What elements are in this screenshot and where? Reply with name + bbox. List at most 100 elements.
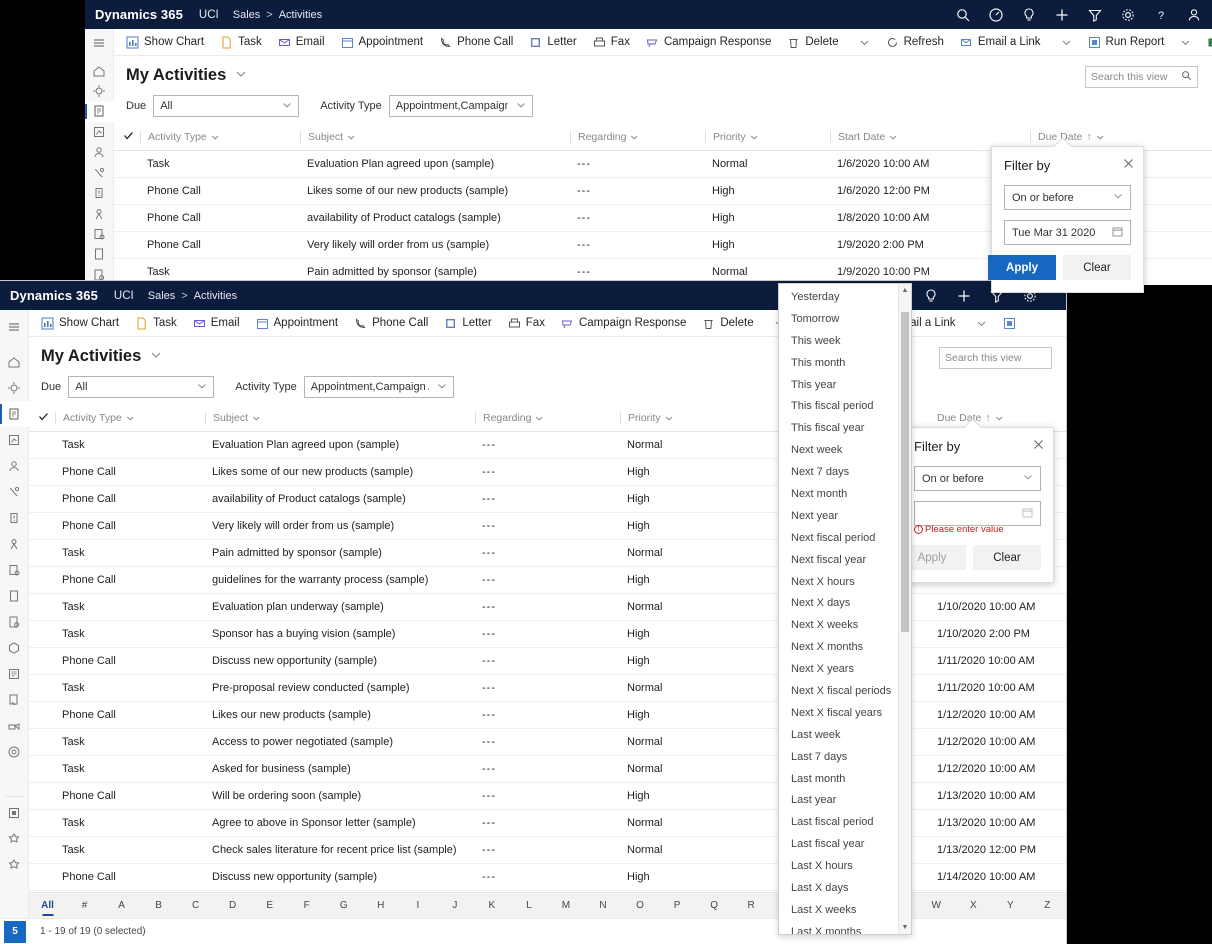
alpha-filter-i[interactable]: I [399, 900, 436, 911]
cell-subject[interactable]: guidelines for the warranty process (sam… [205, 566, 475, 594]
alpha-filter-z[interactable]: Z [1029, 900, 1066, 911]
cmd-email-link-chevron[interactable] [1053, 29, 1080, 55]
breadcrumb-page[interactable]: Activities [194, 290, 237, 302]
column-header-subject[interactable]: Subject [300, 125, 570, 151]
cell-subject[interactable]: availability of Product catalogs (sample… [300, 204, 570, 232]
cell-subject[interactable]: Asked for business (sample) [205, 755, 475, 783]
sidebar-item-leads[interactable] [85, 183, 114, 203]
cell-subject[interactable]: Discuss new opportunity (sample) [205, 863, 475, 891]
clear-button[interactable]: Clear [973, 545, 1041, 570]
sidebar-item-home[interactable] [85, 60, 114, 80]
clear-button[interactable]: Clear [1063, 255, 1131, 280]
sidebar-item-recent[interactable] [85, 81, 114, 101]
alpha-filter-m[interactable]: M [547, 900, 584, 911]
cmd-run-report[interactable] [995, 310, 1024, 336]
cmd-phone-call[interactable]: Phone Call [346, 310, 436, 336]
breadcrumb-area[interactable]: Sales [148, 290, 176, 302]
apply-button[interactable]: Apply [988, 255, 1056, 280]
column-header-activity-type[interactable]: Activity Type [55, 406, 205, 432]
cell-subject[interactable]: Pain admitted by sponsor (sample) [205, 539, 475, 567]
dropdown-option[interactable]: This year [779, 374, 911, 396]
filter-operator-select[interactable]: On or before [1004, 185, 1131, 210]
filter-date-input[interactable] [914, 501, 1041, 526]
operator-dropdown-list[interactable]: Yesterday Tomorrow This week This month This… [778, 283, 912, 935]
sidebar-item-reports[interactable] [0, 800, 29, 826]
row-checkbox[interactable] [29, 512, 55, 540]
plus-icon[interactable] [1054, 7, 1070, 23]
cmd-run-report[interactable]: Run Report [1080, 29, 1173, 55]
cmd-delete[interactable]: Delete [694, 310, 761, 336]
dropdown-option[interactable]: Next 7 days [779, 461, 911, 483]
alpha-filter-p[interactable]: P [659, 900, 696, 911]
cell-subject[interactable]: Check sales literature for recent price … [205, 836, 475, 864]
close-icon[interactable] [1123, 156, 1134, 174]
column-header-regarding[interactable]: Regarding [570, 125, 705, 151]
cmd-email[interactable]: Email [185, 310, 248, 336]
cmd-campaign-response[interactable]: Campaign Response [553, 310, 694, 336]
alpha-filter-g[interactable]: G [325, 900, 362, 911]
dropdown-option[interactable]: Last X days [779, 877, 911, 899]
dropdown-option[interactable]: Next month [779, 483, 911, 505]
breadcrumb-area[interactable]: Sales [233, 9, 261, 21]
user-icon[interactable] [1186, 7, 1202, 23]
dropdown-scrollbar[interactable]: ▲ ▼ [898, 284, 911, 934]
cmd-email-link-chevron[interactable] [968, 310, 995, 336]
cmd-appointment[interactable]: Appointment [333, 29, 432, 55]
sidebar-item-opportunities[interactable] [85, 203, 114, 223]
breadcrumb-page[interactable]: Activities [279, 9, 322, 21]
cell-subject[interactable]: Sponsor has a buying vision (sample) [205, 620, 475, 648]
dropdown-option[interactable]: This week [779, 330, 911, 352]
dropdown-option[interactable]: Next year [779, 505, 911, 527]
cell-subject[interactable]: Evaluation plan underway (sample) [205, 593, 475, 621]
alpha-filter-h[interactable]: H [362, 900, 399, 911]
row-checkbox[interactable] [29, 809, 55, 837]
cmd-phone-call[interactable]: Phone Call [431, 29, 521, 55]
alpha-filter-w[interactable]: W [918, 900, 955, 911]
row-checkbox[interactable] [114, 177, 140, 205]
sidebar-item-marketing-lists[interactable] [0, 713, 29, 739]
dropdown-option[interactable]: Next X fiscal periods [779, 680, 911, 702]
close-icon[interactable] [1033, 437, 1044, 455]
cell-subject[interactable]: Likes some of our new products (sample) [205, 458, 475, 486]
dropdown-option[interactable]: Last month [779, 768, 911, 790]
sidebar-item-contacts[interactable] [85, 163, 114, 183]
dropdown-option[interactable]: Next X hours [779, 571, 911, 593]
alpha-filter-k[interactable]: K [473, 900, 510, 911]
row-checkbox[interactable] [29, 863, 55, 891]
column-header-priority[interactable]: Priority [620, 406, 780, 432]
row-checkbox[interactable] [29, 593, 55, 621]
alpha-filter-o[interactable]: O [622, 900, 659, 911]
cmd-show-chart[interactable]: Show Chart [33, 310, 127, 336]
cell-subject[interactable]: Evaluation Plan agreed upon (sample) [300, 150, 570, 178]
alpha-filter-hash[interactable]: # [66, 900, 103, 911]
view-selector-chevron-icon[interactable] [235, 67, 247, 85]
sidebar-item-dashboards[interactable] [85, 122, 114, 142]
cmd-email-a-link[interactable]: Email a Link [952, 29, 1049, 55]
alpha-filter-n[interactable]: N [584, 900, 621, 911]
row-checkbox[interactable] [114, 231, 140, 259]
row-checkbox[interactable] [29, 485, 55, 513]
alpha-filter-e[interactable]: E [251, 900, 288, 911]
cmd-show-chart[interactable]: Show Chart [118, 29, 212, 55]
filter-operator-select[interactable]: On or before [914, 466, 1041, 491]
cell-subject[interactable]: availability of Product catalogs (sample… [205, 485, 475, 513]
select-all-checkbox[interactable] [114, 125, 140, 151]
alpha-filter-b[interactable]: B [140, 900, 177, 911]
sidebar-hamburger-icon[interactable] [0, 314, 29, 340]
sidebar-item-contacts[interactable] [0, 479, 29, 505]
sidebar-item-accounts[interactable] [85, 142, 114, 162]
sidebar-item-opportunities[interactable] [0, 531, 29, 557]
search-icon[interactable] [955, 7, 971, 23]
alpha-filter-c[interactable]: C [177, 900, 214, 911]
sidebar-item-competitors[interactable] [0, 557, 29, 583]
sidebar-item-products[interactable] [0, 635, 29, 661]
column-header-priority[interactable]: Priority [705, 125, 830, 151]
select-all-checkbox[interactable] [29, 406, 55, 432]
scroll-down-arrow-icon[interactable]: ▼ [899, 921, 911, 934]
plus-icon[interactable] [956, 288, 972, 304]
row-checkbox[interactable] [29, 782, 55, 810]
filter-date-input[interactable]: Tue Mar 31 2020 [1004, 220, 1131, 245]
cell-subject[interactable]: Agree to above in Sponsor letter (sample… [205, 809, 475, 837]
cell-subject[interactable]: Will be ordering soon (sample) [205, 782, 475, 810]
alpha-filter-q[interactable]: Q [696, 900, 733, 911]
